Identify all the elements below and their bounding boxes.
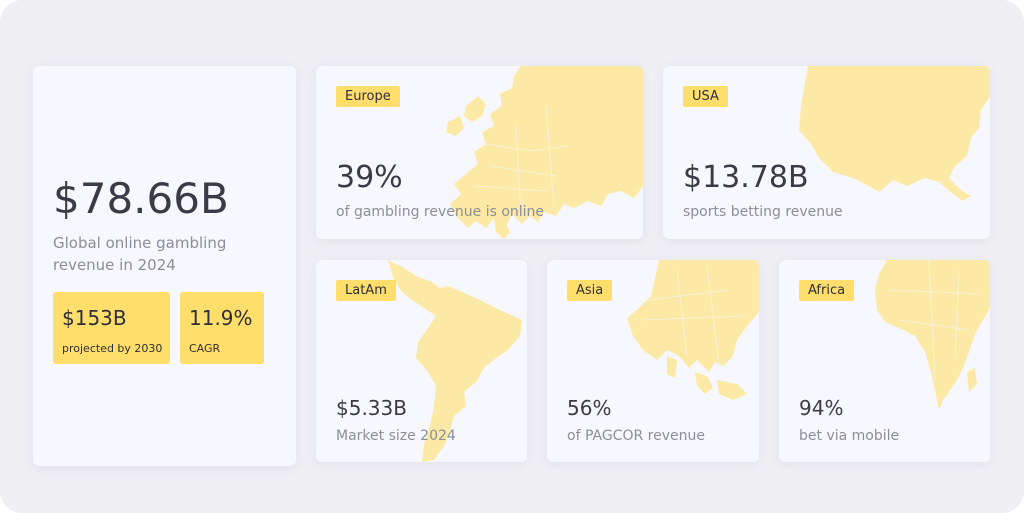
cagr-value: 11.9% xyxy=(189,306,253,330)
europe-tag: Europe xyxy=(336,86,400,107)
usa-caption: sports betting revenue xyxy=(683,204,843,220)
projection-caption: projected by 2030 xyxy=(62,342,163,355)
projection-value: $153B xyxy=(62,306,127,330)
africa-caption: bet via mobile xyxy=(799,428,900,444)
asia-card: Asia 56% of PAGCOR revenue xyxy=(547,260,759,462)
usa-card: USA $13.78B sports betting revenue xyxy=(663,66,990,239)
latam-tag: LatAm xyxy=(336,280,396,301)
africa-value: 94% xyxy=(799,396,844,420)
asia-tag: Asia xyxy=(567,280,613,301)
europe-value: 39% xyxy=(336,160,403,195)
usa-value: $13.78B xyxy=(683,160,809,195)
europe-card: Europe 39% of gambling revenue is online xyxy=(316,66,643,239)
dashboard-frame: $78.66B Global online gambling revenue i… xyxy=(0,0,1024,513)
global-revenue-card: $78.66B Global online gambling revenue i… xyxy=(33,66,296,466)
asia-caption: of PAGCOR revenue xyxy=(567,428,705,444)
global-revenue-caption: Global online gambling revenue in 2024 xyxy=(53,234,227,274)
latam-card: LatAm $5.33B Market size 2024 xyxy=(316,260,527,462)
africa-card: Africa 94% bet via mobile xyxy=(779,260,990,462)
projection-chip: $153B projected by 2030 xyxy=(53,292,170,364)
latam-caption: Market size 2024 xyxy=(336,428,456,444)
usa-tag: USA xyxy=(683,86,728,107)
global-revenue-value: $78.66B xyxy=(53,174,229,223)
cagr-chip: 11.9% CAGR xyxy=(180,292,264,364)
europe-caption: of gambling revenue is online xyxy=(336,204,545,220)
cagr-caption: CAGR xyxy=(189,342,221,355)
latam-value: $5.33B xyxy=(336,396,407,420)
asia-value: 56% xyxy=(567,396,612,420)
africa-tag: Africa xyxy=(799,280,855,301)
